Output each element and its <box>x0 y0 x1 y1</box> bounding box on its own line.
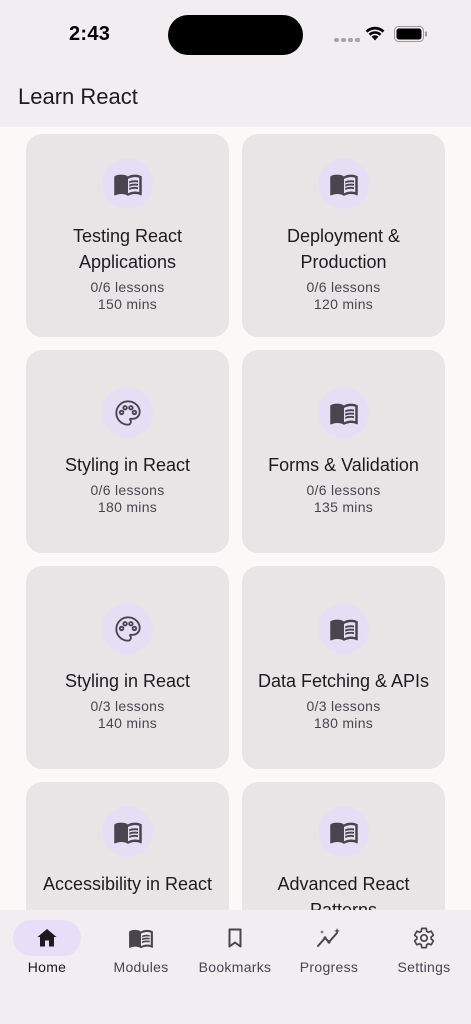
module-lessons: 0/6 lessons <box>90 482 165 498</box>
book-icon <box>113 169 143 199</box>
module-lessons: 0/6 lessons <box>306 482 381 498</box>
module-icon-circle <box>318 603 369 654</box>
progress-icon <box>317 928 340 947</box>
module-icon-circle <box>102 158 153 209</box>
module-card[interactable]: Advanced React Patterns <box>242 782 445 910</box>
book-icon <box>329 614 359 644</box>
module-card[interactable]: Accessibility in React <box>26 782 229 910</box>
module-title: Forms & Validation <box>268 455 419 475</box>
module-icon-circle <box>102 387 153 438</box>
module-title: Testing React Applications <box>72 226 183 272</box>
nav-label-home: Home <box>27 959 67 975</box>
module-card[interactable]: Forms & Validation 0/6 lessons 135 mins <box>242 350 445 553</box>
nav-item-bookmarks[interactable]: Bookmarks <box>188 910 282 990</box>
module-duration: 180 mins <box>97 499 158 515</box>
module-grid-scroll[interactable]: Testing React Applications 0/6 lessons 1… <box>0 127 471 910</box>
palette-icon <box>114 615 142 643</box>
nav-item-home[interactable]: Home <box>0 910 94 990</box>
book-icon <box>329 817 359 847</box>
module-title: Styling in React <box>64 671 191 691</box>
book-icon <box>128 925 154 951</box>
nav-item-settings[interactable]: Settings <box>377 910 471 990</box>
book-icon <box>329 398 359 428</box>
module-icon-circle <box>102 806 153 857</box>
nav-label-settings: Settings <box>397 959 451 975</box>
module-card[interactable]: Styling in React 0/3 lessons 140 mins <box>26 566 229 769</box>
battery-icon <box>394 26 427 42</box>
wifi-icon <box>365 26 385 41</box>
page-title: Learn React <box>18 84 138 109</box>
status-time: 2:43 <box>69 23 111 45</box>
module-title: Advanced React Patterns <box>277 874 410 910</box>
nav-label-modules: Modules <box>113 959 169 975</box>
module-card[interactable]: Deployment & Production 0/6 lessons 120 … <box>242 134 445 337</box>
module-duration: 120 mins <box>313 296 374 312</box>
module-lessons: 0/3 lessons <box>306 698 381 714</box>
gear-icon <box>413 927 435 949</box>
module-card[interactable]: Styling in React 0/6 lessons 180 mins <box>26 350 229 553</box>
book-icon <box>329 169 359 199</box>
module-duration: 135 mins <box>313 499 374 515</box>
module-lessons: 0/3 lessons <box>90 698 165 714</box>
home-icon <box>37 929 57 947</box>
module-icon-circle <box>318 158 369 209</box>
dynamic-island <box>168 15 303 55</box>
module-lessons: 0/6 lessons <box>306 279 381 295</box>
bottom-navigation-bar: Home Modules Bookmarks Progress Settings <box>0 910 471 1024</box>
nav-label-bookmarks: Bookmarks <box>198 959 272 975</box>
module-title: Accessibility in React <box>42 874 213 894</box>
module-icon-circle <box>102 603 153 654</box>
module-lessons: 0/6 lessons <box>90 279 165 295</box>
module-duration: 150 mins <box>97 296 158 312</box>
palette-icon <box>114 399 142 427</box>
nav-item-progress[interactable]: Progress <box>282 910 376 990</box>
module-title: Data Fetching & APIs <box>257 671 430 691</box>
active-indicator <box>13 920 81 956</box>
module-card[interactable]: Testing React Applications 0/6 lessons 1… <box>26 134 229 337</box>
module-duration: 180 mins <box>313 715 374 731</box>
module-card[interactable]: Data Fetching & APIs 0/3 lessons 180 min… <box>242 566 445 769</box>
module-title: Styling in React <box>64 455 191 475</box>
module-icon-circle <box>318 387 369 438</box>
bookmark-icon <box>228 928 242 948</box>
module-duration: 140 mins <box>97 715 158 731</box>
status-bar: 2:43 <box>0 0 471 70</box>
nav-item-modules[interactable]: Modules <box>94 910 188 990</box>
module-title: Deployment & Production <box>286 226 401 272</box>
module-grid: Testing React Applications 0/6 lessons 1… <box>26 134 445 910</box>
book-icon <box>113 817 143 847</box>
cellular-signal-icon <box>334 38 360 42</box>
nav-label-progress: Progress <box>299 959 359 975</box>
app-bar: Learn React <box>0 70 471 127</box>
module-icon-circle <box>318 806 369 857</box>
